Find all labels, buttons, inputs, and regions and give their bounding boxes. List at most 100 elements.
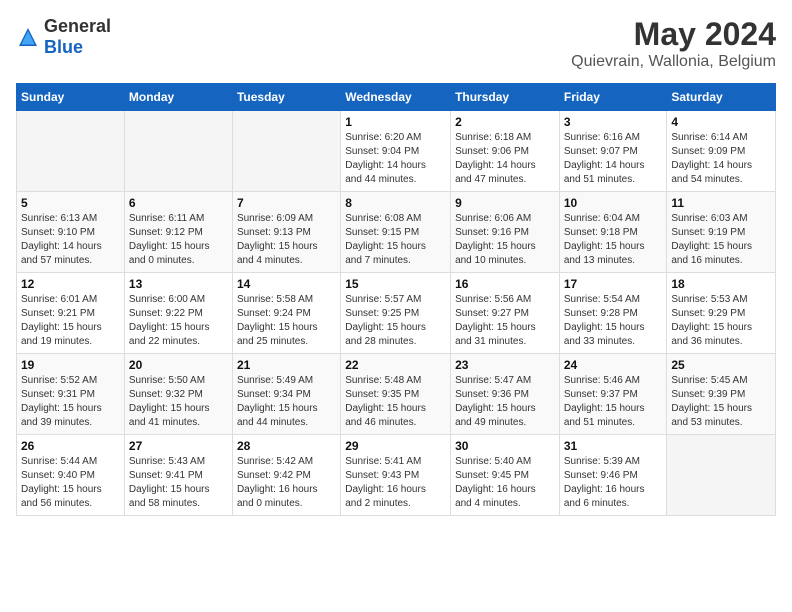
calendar-cell: 1Sunrise: 6:20 AM Sunset: 9:04 PM Daylig… [341,111,451,192]
calendar-cell: 14 Sunrise: 5:58 AM Sunset: 9:24 PM Dayli… [232,273,340,354]
day-info: Sunrise: 5:44 AM Sunset: 9:40 PM Dayligh… [21,455,120,511]
calendar-cell: 17 Sunrise: 5:54 AM Sunset: 9:28 PM Dayli… [559,273,667,354]
day-info: Sunrise: 6:04 AM Sunset: 9:18 PM Dayligh… [564,212,663,268]
day-info: Sunrise: 5:58 AM Sunset: 9:24 PM Dayligh… [237,293,336,349]
day-number: 23 [455,358,555,372]
day-number: 18 [671,277,771,291]
day-info: Sunrise: 5:53 AM Sunset: 9:29 PM Dayligh… [671,293,771,349]
calendar-cell: 25Sunrise: 5:45 AM Sunset: 9:39 PM Dayli… [667,354,776,435]
day-number: 4 [671,115,771,129]
day-number: 6 [129,196,228,210]
calendar-cell: 15 Sunrise: 5:57 AM Sunset: 9:25 PM Dayli… [341,273,451,354]
day-number: 31 [564,439,663,453]
calendar-table: SundayMondayTuesdayWednesdayThursdayFrid… [16,83,776,516]
day-number: 24 [564,358,663,372]
calendar-cell: 21 Sunrise: 5:49 AM Sunset: 9:34 PM Dayli… [232,354,340,435]
calendar-cell: 24 Sunrise: 5:46 AM Sunset: 9:37 PM Dayli… [559,354,667,435]
day-info: Sunrise: 6:13 AM Sunset: 9:10 PM Dayligh… [21,212,120,268]
day-info: Sunrise: 5:57 AM Sunset: 9:25 PM Dayligh… [345,293,446,349]
day-number: 26 [21,439,120,453]
logo-icon [16,25,40,49]
day-info: Sunrise: 6:18 AM Sunset: 9:06 PM Dayligh… [455,131,555,187]
calendar-cell [124,111,232,192]
calendar-cell: 12 Sunrise: 6:01 AM Sunset: 9:21 PM Dayli… [17,273,125,354]
day-number: 7 [237,196,336,210]
day-number: 27 [129,439,228,453]
calendar-cell: 29 Sunrise: 5:41 AM Sunset: 9:43 PM Dayli… [341,435,451,516]
logo: General Blue [16,16,111,58]
day-number: 21 [237,358,336,372]
day-number: 8 [345,196,446,210]
day-info: Sunrise: 5:52 AM Sunset: 9:31 PM Dayligh… [21,374,120,430]
calendar-subtitle: Quievrain, Wallonia, Belgium [571,53,776,71]
calendar-cell: 11 Sunrise: 6:03 AM Sunset: 9:19 PM Dayli… [667,192,776,273]
day-info: Sunrise: 6:01 AM Sunset: 9:21 PM Dayligh… [21,293,120,349]
day-number: 30 [455,439,555,453]
calendar-cell: 16 Sunrise: 5:56 AM Sunset: 9:27 PM Dayli… [451,273,560,354]
col-header-friday: Friday [559,84,667,111]
calendar-cell: 7 Sunrise: 6:09 AM Sunset: 9:13 PM Daylig… [232,192,340,273]
day-info: Sunrise: 6:20 AM Sunset: 9:04 PM Dayligh… [345,131,446,187]
col-header-sunday: Sunday [17,84,125,111]
day-number: 10 [564,196,663,210]
day-info: Sunrise: 6:14 AM Sunset: 9:09 PM Dayligh… [671,131,771,187]
day-info: Sunrise: 6:11 AM Sunset: 9:12 PM Dayligh… [129,212,228,268]
day-number: 20 [129,358,228,372]
day-info: Sunrise: 6:03 AM Sunset: 9:19 PM Dayligh… [671,212,771,268]
day-number: 22 [345,358,446,372]
calendar-title: May 2024 [571,16,776,53]
day-info: Sunrise: 5:45 AM Sunset: 9:39 PM Dayligh… [671,374,771,430]
calendar-cell: 3 Sunrise: 6:16 AM Sunset: 9:07 PM Daylig… [559,111,667,192]
day-info: Sunrise: 5:46 AM Sunset: 9:37 PM Dayligh… [564,374,663,430]
day-number: 2 [455,115,555,129]
day-number: 17 [564,277,663,291]
calendar-cell: 4 Sunrise: 6:14 AM Sunset: 9:09 PM Daylig… [667,111,776,192]
calendar-cell: 30 Sunrise: 5:40 AM Sunset: 9:45 PM Dayli… [451,435,560,516]
day-number: 14 [237,277,336,291]
day-info: Sunrise: 5:56 AM Sunset: 9:27 PM Dayligh… [455,293,555,349]
day-info: Sunrise: 6:06 AM Sunset: 9:16 PM Dayligh… [455,212,555,268]
day-info: Sunrise: 6:00 AM Sunset: 9:22 PM Dayligh… [129,293,228,349]
week-row-5: 26 Sunrise: 5:44 AM Sunset: 9:40 PM Dayli… [17,435,776,516]
page-header: General Blue May 2024 Quievrain, Walloni… [16,16,776,71]
day-number: 5 [21,196,120,210]
day-info: Sunrise: 5:41 AM Sunset: 9:43 PM Dayligh… [345,455,446,511]
day-info: Sunrise: 6:16 AM Sunset: 9:07 PM Dayligh… [564,131,663,187]
calendar-cell [17,111,125,192]
day-info: Sunrise: 5:43 AM Sunset: 9:41 PM Dayligh… [129,455,228,511]
day-number: 29 [345,439,446,453]
calendar-cell: 22Sunrise: 5:48 AM Sunset: 9:35 PM Dayli… [341,354,451,435]
day-number: 9 [455,196,555,210]
calendar-header-row: SundayMondayTuesdayWednesdayThursdayFrid… [17,84,776,111]
day-info: Sunrise: 5:50 AM Sunset: 9:32 PM Dayligh… [129,374,228,430]
day-info: Sunrise: 5:47 AM Sunset: 9:36 PM Dayligh… [455,374,555,430]
week-row-1: 1Sunrise: 6:20 AM Sunset: 9:04 PM Daylig… [17,111,776,192]
calendar-cell: 26 Sunrise: 5:44 AM Sunset: 9:40 PM Dayli… [17,435,125,516]
calendar-cell: 20 Sunrise: 5:50 AM Sunset: 9:32 PM Dayli… [124,354,232,435]
day-number: 19 [21,358,120,372]
day-number: 11 [671,196,771,210]
day-number: 16 [455,277,555,291]
calendar-cell: 13 Sunrise: 6:00 AM Sunset: 9:22 PM Dayli… [124,273,232,354]
calendar-cell: 23 Sunrise: 5:47 AM Sunset: 9:36 PM Dayli… [451,354,560,435]
col-header-wednesday: Wednesday [341,84,451,111]
logo-general-text: General [44,16,111,36]
day-number: 15 [345,277,446,291]
calendar-cell: 27 Sunrise: 5:43 AM Sunset: 9:41 PM Dayli… [124,435,232,516]
week-row-4: 19 Sunrise: 5:52 AM Sunset: 9:31 PM Dayli… [17,354,776,435]
day-number: 13 [129,277,228,291]
day-info: Sunrise: 5:49 AM Sunset: 9:34 PM Dayligh… [237,374,336,430]
logo-blue-text: Blue [44,37,83,57]
day-number: 3 [564,115,663,129]
calendar-cell [232,111,340,192]
calendar-cell: 28Sunrise: 5:42 AM Sunset: 9:42 PM Dayli… [232,435,340,516]
calendar-cell: 8Sunrise: 6:08 AM Sunset: 9:15 PM Daylig… [341,192,451,273]
day-info: Sunrise: 5:39 AM Sunset: 9:46 PM Dayligh… [564,455,663,511]
day-info: Sunrise: 5:54 AM Sunset: 9:28 PM Dayligh… [564,293,663,349]
day-number: 28 [237,439,336,453]
day-number: 12 [21,277,120,291]
day-info: Sunrise: 5:40 AM Sunset: 9:45 PM Dayligh… [455,455,555,511]
week-row-2: 5 Sunrise: 6:13 AM Sunset: 9:10 PM Daylig… [17,192,776,273]
day-info: Sunrise: 6:09 AM Sunset: 9:13 PM Dayligh… [237,212,336,268]
calendar-cell: 5 Sunrise: 6:13 AM Sunset: 9:10 PM Daylig… [17,192,125,273]
